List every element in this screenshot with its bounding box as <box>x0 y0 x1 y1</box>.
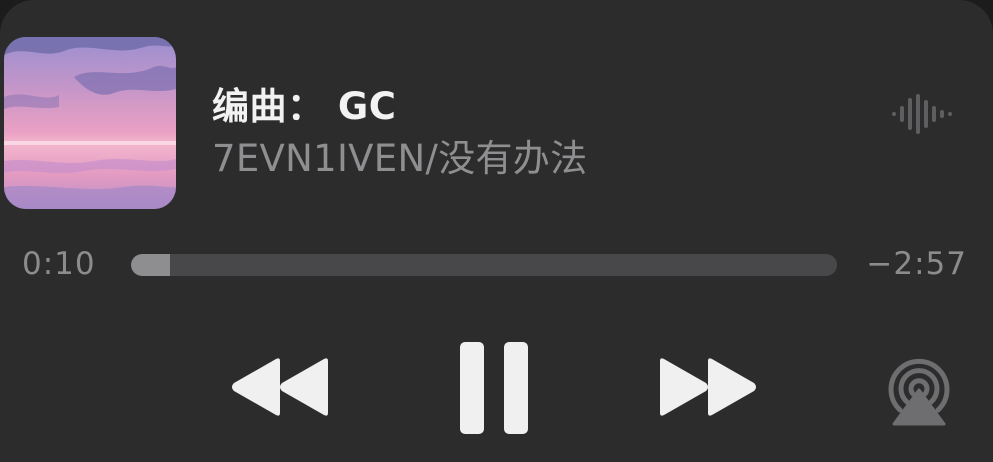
elapsed-time: 0:10 <box>22 246 96 282</box>
now-playing-widget: 编曲： GC 7EVN1IVEN/没有办法 0:10 −2:57 <box>0 0 993 462</box>
progress-scrubber[interactable] <box>131 254 837 276</box>
airplay-button[interactable] <box>876 348 962 428</box>
fast-forward-icon <box>660 358 756 416</box>
rewind-icon <box>232 358 328 416</box>
album-artwork-image <box>4 37 176 209</box>
audio-waveform-icon <box>890 94 954 134</box>
fast-forward-button[interactable] <box>656 355 760 419</box>
pause-button[interactable] <box>458 340 530 436</box>
progress-fill <box>131 254 170 276</box>
remaining-time: −2:57 <box>866 246 967 282</box>
album-artwork[interactable] <box>4 37 176 209</box>
pause-icon <box>460 342 528 434</box>
track-title: 编曲： GC <box>212 85 397 128</box>
airplay-audio-icon <box>888 359 950 426</box>
rewind-button[interactable] <box>228 355 332 419</box>
track-artist-album: 7EVN1IVEN/没有办法 <box>212 137 588 180</box>
